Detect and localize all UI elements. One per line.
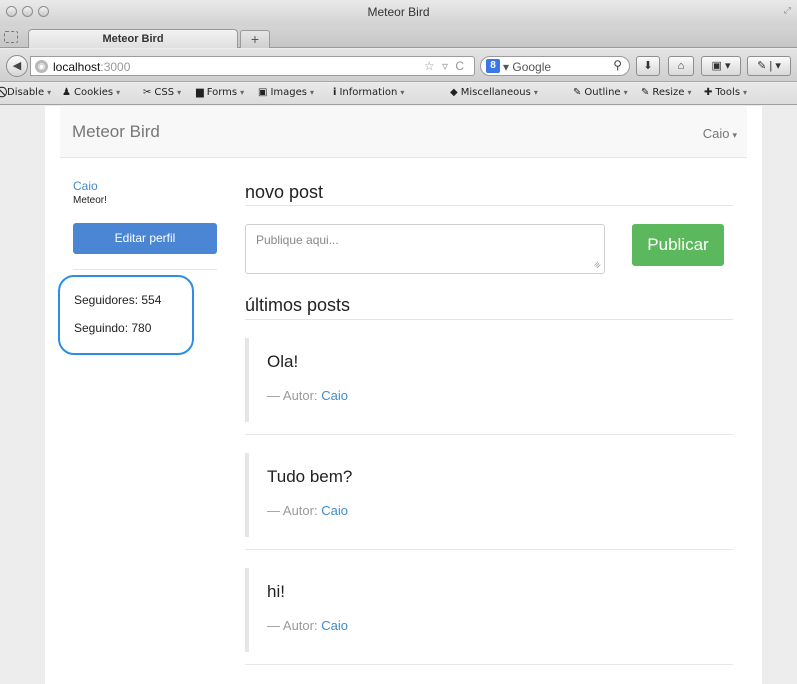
addon-menu-button[interactable]: ✎ | ▾ — [747, 56, 791, 76]
toolbar-menu-label: Tools — [715, 87, 741, 98]
app-navbar: Meteor Bird Caio ▾ — [60, 106, 747, 158]
post-text: Tudo bem? — [267, 467, 353, 486]
window-titlebar: Meteor Bird ⤢ — [0, 0, 797, 26]
css-icon: ✂ — [143, 87, 152, 98]
post-divider — [245, 664, 733, 665]
author-prefix: — Autor: — [267, 503, 322, 518]
tools-icon: ✚ — [704, 87, 713, 98]
window-title: Meteor Bird — [367, 5, 430, 19]
toolbar-menu-label: CSS — [154, 87, 175, 98]
cookies-icon: ♟ — [62, 87, 71, 98]
fullscreen-icon[interactable]: ⤢ — [784, 5, 791, 16]
post-text: hi! — [267, 582, 285, 601]
browser-toolbar: ◀ ◉ localhost:3000 ☆ ▿ C 8 ▾ Google ⚲ ⬇ … — [0, 49, 797, 82]
site-identity-icon[interactable]: ◉ — [35, 60, 48, 73]
page-viewport: Meteor Bird Caio ▾ Caio Meteor! Editar pe… — [0, 106, 797, 684]
profile-bio: Meteor! — [73, 195, 107, 206]
post-quote-bar — [245, 453, 249, 537]
author-prefix: — Autor: — [267, 388, 322, 403]
google-engine-icon[interactable]: 8 — [486, 59, 500, 73]
forms-icon: ▆ — [196, 87, 204, 98]
app-brand[interactable]: Meteor Bird — [72, 122, 160, 142]
downloads-button[interactable]: ⬇ — [636, 56, 660, 76]
post-quote-bar — [245, 338, 249, 422]
latest-posts-rule — [245, 319, 733, 320]
information-icon: i — [333, 87, 337, 98]
author-link[interactable]: Caio — [321, 388, 348, 403]
toolbar-menu-label: Cookies — [73, 87, 114, 98]
dropdown-arrow-icon: ▾ — [240, 88, 245, 97]
search-icon[interactable]: ⚲ — [613, 58, 622, 72]
toolbar-menu-images[interactable]: ▣ Images ▾ — [258, 87, 314, 98]
home-button[interactable]: ⌂ — [668, 56, 694, 76]
toolbar-menu-label: Forms — [206, 87, 238, 98]
new-post-heading: novo post — [245, 182, 324, 202]
tab-meteor-bird[interactable]: Meteor Bird — [28, 29, 238, 48]
toolbar-menu-tools[interactable]: ✚ Tools ▾ — [704, 87, 747, 98]
latest-posts-heading: últimos posts — [245, 295, 351, 315]
toolbar-menu-label: Outline — [584, 87, 621, 98]
post-divider — [245, 434, 733, 435]
page-container: Meteor Bird Caio ▾ Caio Meteor! Editar pe… — [45, 106, 762, 684]
dropdown-arrow-icon: ▾ — [47, 88, 52, 97]
tab-groups-icon[interactable] — [4, 31, 18, 43]
toolbar-menu-label: Miscellaneous — [460, 87, 531, 98]
bookmark-star-icon[interactable]: ☆ ▿ C — [424, 59, 466, 73]
url-bar[interactable]: ◉ localhost:3000 ☆ ▿ C — [30, 56, 475, 76]
web-developer-toolbar: ⃠Disable▾♟Cookies▾✂CSS▾▆Forms▾▣Images▾iI… — [0, 83, 797, 105]
toolbar-menu-label: Disable — [7, 87, 45, 98]
toolbar-menu-label: Images — [270, 87, 307, 98]
toolbar-menu-disable[interactable]: ⃠Disable▾ — [4, 87, 51, 98]
web-developer-button[interactable]: ▣ ▾ — [701, 56, 741, 76]
stats-highlight-outline — [58, 275, 194, 355]
dropdown-arrow-icon: ▾ — [177, 88, 182, 97]
post-author: — Autor: Caio — [267, 618, 348, 633]
url-text: localhost:3000 — [53, 60, 131, 74]
post-author: — Autor: Caio — [267, 388, 348, 403]
profile-name-link[interactable]: Caio — [73, 179, 98, 193]
sidebar-divider — [73, 269, 217, 270]
post-text: Ola! — [267, 352, 299, 371]
toolbar-menu-forms[interactable]: ▆ Forms ▾ — [196, 87, 244, 98]
toolbar-menu-label: Information — [339, 87, 398, 98]
resize-icon: ✎ — [641, 87, 650, 98]
dropdown-arrow-icon: ▾ — [623, 88, 628, 97]
dropdown-arrow-icon: ▾ — [533, 88, 538, 97]
author-link[interactable]: Caio — [321, 618, 348, 633]
author-link[interactable]: Caio — [321, 503, 348, 518]
toolbar-menu-information[interactable]: i Information ▾ — [333, 87, 404, 98]
images-icon: ▣ — [258, 87, 268, 98]
toolbar-menu-cookies[interactable]: ♟ Cookies ▾ — [62, 87, 120, 98]
back-button[interactable]: ◀ — [6, 55, 28, 77]
toolbar-menu-css[interactable]: ✂ CSS ▾ — [143, 87, 181, 98]
tab-bar: Meteor Bird + — [0, 26, 797, 48]
new-tab-button[interactable]: + — [240, 30, 270, 48]
search-bar[interactable]: 8 ▾ Google ⚲ — [480, 56, 630, 76]
author-prefix: — Autor: — [267, 618, 322, 633]
caret-down-icon: ▾ — [732, 130, 737, 140]
miscellaneous-icon: ◆ — [450, 87, 458, 98]
dropdown-arrow-icon: ▾ — [687, 88, 692, 97]
search-engine-label: ▾ Google — [503, 60, 552, 74]
dropdown-arrow-icon: ▾ — [116, 88, 121, 97]
dropdown-arrow-icon: ▾ — [400, 88, 405, 97]
post-input[interactable]: ≡ — [245, 224, 605, 274]
edit-profile-button[interactable]: Editar perfil — [73, 223, 217, 254]
toolbar-menu-miscellaneous[interactable]: ◆ Miscellaneous ▾ — [450, 87, 538, 98]
publish-button[interactable]: Publicar — [632, 224, 724, 266]
post-quote-bar — [245, 568, 249, 652]
user-menu[interactable]: Caio ▾ — [703, 126, 737, 141]
toolbar-menu-resize[interactable]: ✎ Resize ▾ — [641, 87, 691, 98]
post-author: — Autor: Caio — [267, 503, 348, 518]
outline-icon: ✎ — [573, 87, 582, 98]
post-divider — [245, 549, 733, 550]
toolbar-menu-label: Resize — [652, 87, 685, 98]
dropdown-arrow-icon: ▾ — [743, 88, 748, 97]
toolbar-menu-outline[interactable]: ✎ Outline ▾ — [573, 87, 628, 98]
dropdown-arrow-icon: ▾ — [309, 88, 314, 97]
new-post-rule — [245, 205, 733, 206]
post-textarea[interactable] — [246, 225, 604, 273]
